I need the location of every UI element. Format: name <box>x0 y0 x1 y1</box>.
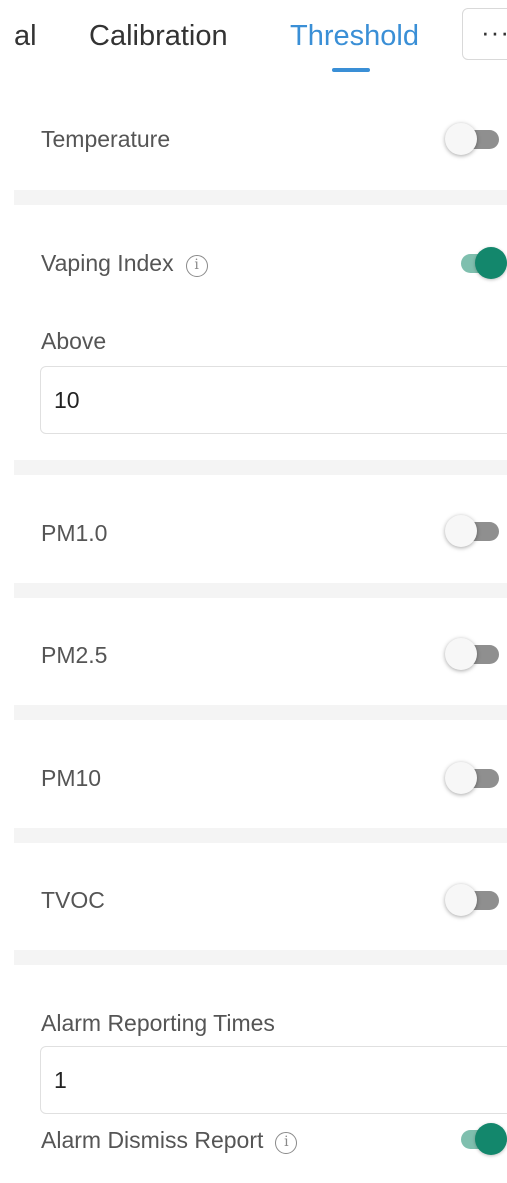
tab-threshold[interactable]: Threshold <box>290 18 419 54</box>
pm10-label: PM10 <box>41 765 102 791</box>
section-divider <box>14 583 507 598</box>
temperature-label: Temperature <box>41 126 171 152</box>
tvoc-toggle[interactable] <box>445 880 501 920</box>
vaping-index-label: Vaping Index <box>41 250 174 276</box>
vaping-index-row: Vaping Index i <box>41 248 208 278</box>
above-input-value: 10 <box>54 387 80 413</box>
toggle-knob <box>445 884 477 916</box>
alarm-reporting-times-value: 1 <box>54 1067 67 1093</box>
alarm-dismiss-report-row: Alarm Dismiss Report i <box>41 1125 298 1155</box>
temperature-toggle[interactable] <box>445 119 501 159</box>
section-divider <box>14 705 507 720</box>
toggle-knob <box>445 123 477 155</box>
active-tab-indicator <box>332 68 370 72</box>
alarm-reporting-times-label: Alarm Reporting Times <box>41 1010 275 1036</box>
pm1-0-toggle[interactable] <box>445 511 501 551</box>
toggle-knob <box>445 515 477 547</box>
above-input[interactable]: 10 <box>40 366 507 434</box>
alarm-dismiss-report-label: Alarm Dismiss Report <box>41 1127 264 1153</box>
section-divider <box>14 460 507 475</box>
above-label: Above <box>41 328 107 354</box>
alarm-reporting-times-input[interactable]: 1 <box>40 1046 507 1114</box>
info-icon[interactable]: i <box>275 1132 298 1154</box>
toggle-knob <box>445 762 477 794</box>
alarm-dismiss-report-toggle[interactable] <box>453 1119 507 1159</box>
toggle-knob <box>445 638 477 670</box>
toggle-knob <box>475 247 507 279</box>
tab-calibration[interactable]: Calibration <box>89 18 228 54</box>
section-divider <box>14 190 507 205</box>
tvoc-label: TVOC <box>41 887 105 913</box>
pm1-0-label: PM1.0 <box>41 520 108 546</box>
pm2-5-label: PM2.5 <box>41 642 108 668</box>
toggle-knob <box>475 1123 507 1155</box>
pm10-toggle[interactable] <box>445 758 501 798</box>
vaping-index-toggle[interactable] <box>453 243 507 283</box>
info-icon[interactable]: i <box>185 255 208 277</box>
section-divider <box>14 950 507 965</box>
section-divider <box>14 828 507 843</box>
pm2-5-toggle[interactable] <box>445 634 501 674</box>
tab-general[interactable]: al <box>14 18 37 54</box>
more-tabs-button[interactable]: ··· <box>462 8 507 60</box>
more-icon: ··· <box>481 17 507 47</box>
